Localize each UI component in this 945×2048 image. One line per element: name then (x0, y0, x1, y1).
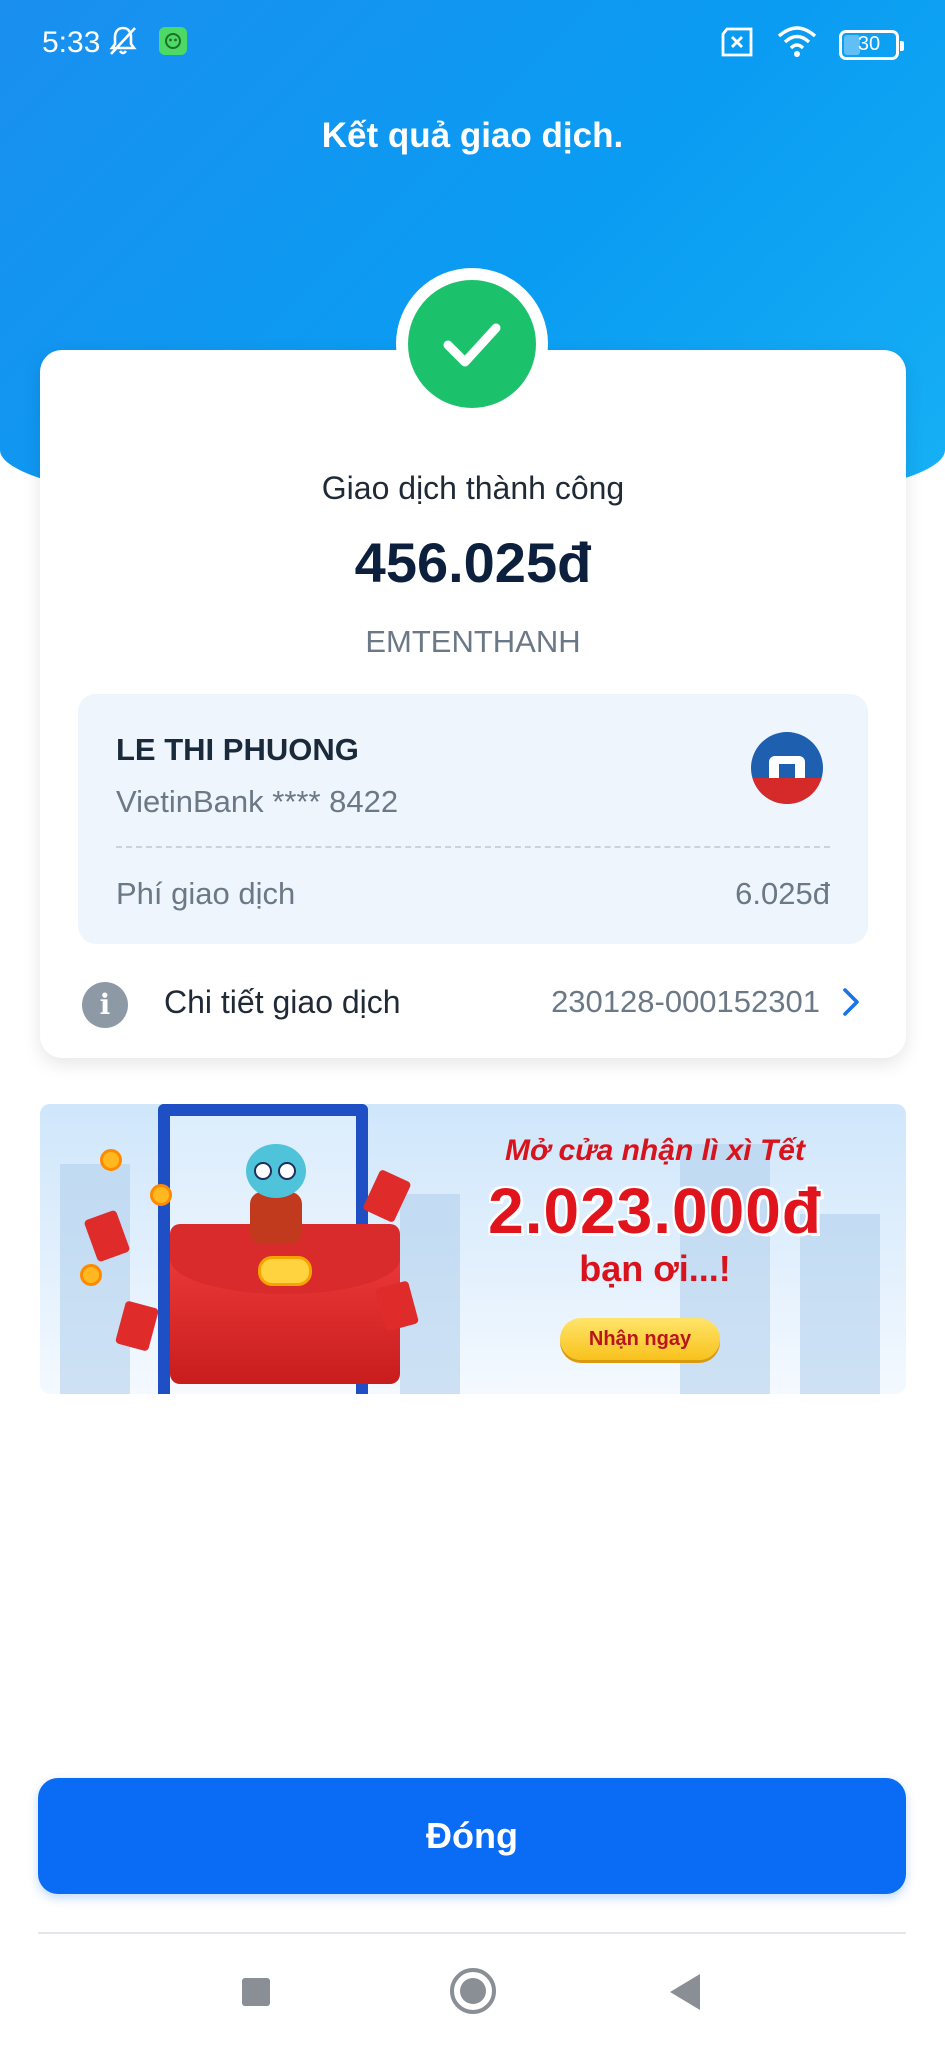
wifi-icon (777, 26, 817, 63)
app-notification-icon (158, 26, 188, 61)
transaction-details-row[interactable]: i Chi tiết giao dịch 230128-000152301 (40, 966, 906, 1036)
recipient-name: LE THI PHUONG (116, 732, 359, 767)
battery-icon: 30 (839, 29, 904, 60)
transaction-note: EMTENTHANH (365, 624, 581, 659)
vietinbank-logo-icon (751, 732, 823, 804)
banner-subtext: bạn ơi...! (579, 1248, 731, 1289)
home-icon[interactable] (450, 1968, 496, 2014)
promo-banner[interactable]: Mở cửa nhận lì xì Tết 2.023.000đ bạn ơi.… (40, 1104, 906, 1394)
result-card: Giao dịch thành công 456.025đ EMTENTHANH… (40, 350, 906, 1058)
apricot-flower-icon (80, 1264, 102, 1286)
back-icon[interactable] (670, 1974, 700, 2010)
apricot-flower-icon (150, 1184, 172, 1206)
fee-label: Phí giao dịch (116, 876, 296, 911)
status-bar: 5:33 30 (0, 0, 945, 92)
coin-illustration (258, 1256, 312, 1286)
transaction-status: Giao dịch thành công (321, 470, 625, 506)
transaction-id: 230128-000152301 (551, 984, 820, 1019)
page-title: Kết quả giao dịch. (321, 116, 624, 155)
recipient-box: LE THI PHUONG VietinBank **** 8422 Phí g… (78, 694, 868, 944)
system-nav-bar (0, 1950, 945, 2030)
chevron-right-icon (840, 986, 862, 1023)
recent-apps-icon[interactable] (242, 1978, 270, 2006)
sim-error-icon (719, 27, 755, 62)
nav-divider (38, 1932, 906, 1934)
battery-level: 30 (857, 33, 881, 55)
details-label: Chi tiết giao dịch (164, 984, 401, 1020)
mascot-illustration (236, 1144, 316, 1244)
banner-cta-button[interactable]: Nhận ngay (560, 1318, 720, 1360)
apricot-flower-icon (100, 1149, 122, 1171)
recipient-bank-account: VietinBank **** 8422 (116, 784, 399, 819)
divider (116, 846, 830, 848)
mute-bell-icon (106, 24, 140, 63)
checkmark-icon (408, 280, 536, 408)
info-icon: i (82, 982, 128, 1028)
banner-headline: Mở cửa nhận lì xì Tết (505, 1134, 805, 1167)
success-badge (396, 268, 548, 420)
fee-value: 6.025đ (735, 876, 830, 911)
close-button[interactable]: Đóng (38, 1778, 906, 1894)
status-time: 5:33 (42, 26, 101, 59)
transaction-amount: 456.025đ (354, 531, 592, 594)
banner-amount: 2.023.000đ (488, 1175, 822, 1247)
